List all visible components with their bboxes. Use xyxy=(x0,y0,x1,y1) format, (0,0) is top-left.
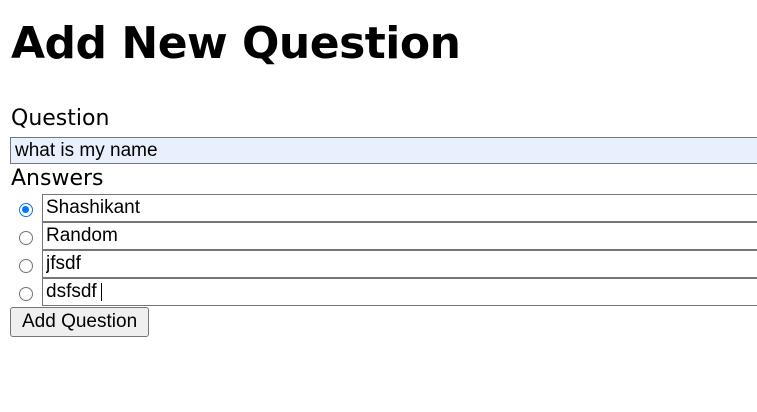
answer-row xyxy=(10,278,757,306)
answer-row xyxy=(10,222,757,250)
answer-row xyxy=(10,250,757,278)
answer-row xyxy=(10,194,757,222)
answer-input-1[interactable] xyxy=(42,194,757,222)
answers-label: Answers xyxy=(11,166,104,191)
add-question-button[interactable]: Add Question xyxy=(10,307,150,337)
question-label: Question xyxy=(11,106,110,131)
text-caret xyxy=(101,283,102,301)
answer-radio-2[interactable] xyxy=(19,231,33,245)
answer-input-3[interactable] xyxy=(42,250,757,278)
answer-input-4[interactable] xyxy=(42,278,757,306)
answer-radio-1[interactable] xyxy=(19,203,33,217)
answer-radio-4[interactable] xyxy=(19,287,33,301)
answer-input-2[interactable] xyxy=(42,222,757,250)
page-title: Add New Question xyxy=(11,18,461,69)
answer-radio-3[interactable] xyxy=(19,259,33,273)
question-input[interactable] xyxy=(10,137,757,164)
